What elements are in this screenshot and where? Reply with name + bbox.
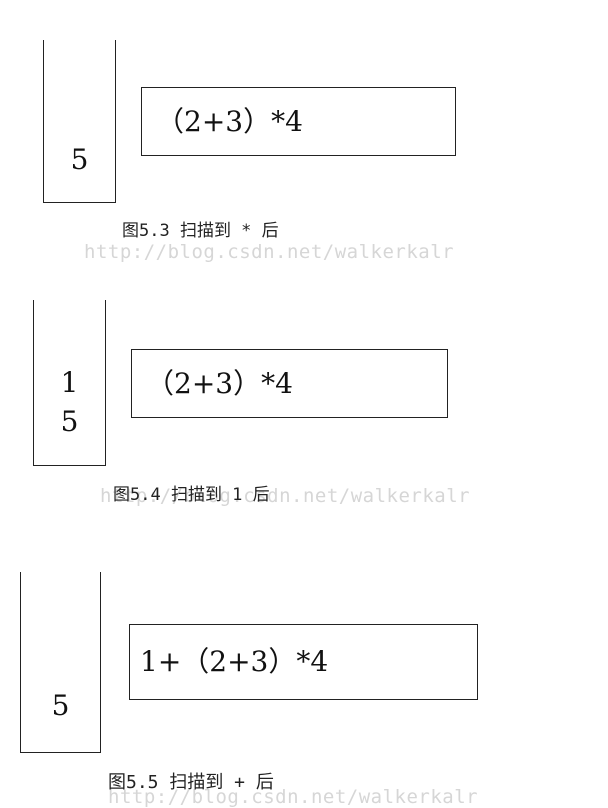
expression-box: （2+3）*4	[141, 87, 456, 156]
watermark: http://blog.csdn.net/walkerkalr	[84, 241, 455, 263]
stack-item: 5	[70, 143, 89, 176]
stack-item: 1	[60, 366, 79, 399]
expression-box: 1+（2+3）*4	[129, 624, 478, 700]
figure-caption: 图5.5 扫描到 + 后	[108, 772, 274, 793]
stack-item: 5	[51, 689, 70, 722]
expression-box: （2+3）*4	[131, 349, 448, 418]
stack-item: 5	[60, 405, 79, 438]
stack-container: 1 5	[33, 300, 106, 466]
figure-caption: 图5.4 扫描到 1 后	[113, 485, 270, 505]
stack-container: 5	[20, 572, 101, 753]
figure-caption: 图5.3 扫描到 * 后	[122, 221, 279, 241]
stack-container: 5	[43, 40, 116, 203]
